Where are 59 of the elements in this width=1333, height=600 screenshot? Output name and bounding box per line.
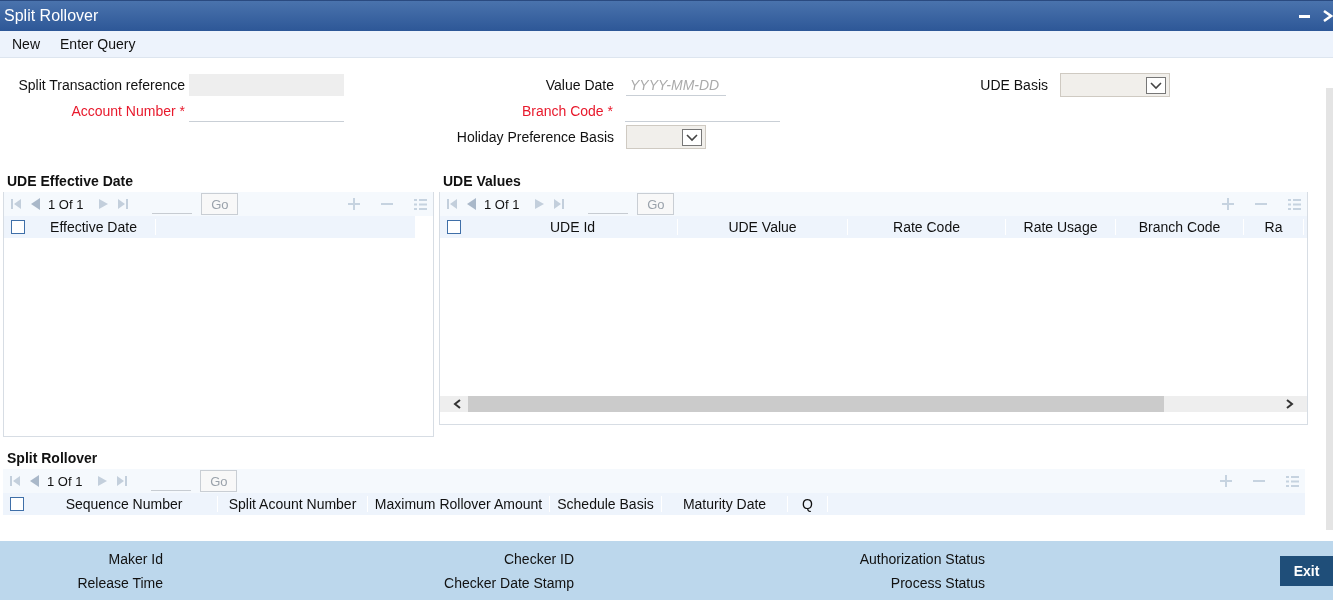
first-page-icon[interactable] (10, 198, 22, 210)
dropdown-field[interactable] (1060, 73, 1170, 97)
menu-item[interactable]: Enter Query (60, 36, 136, 52)
column-header: Split Acount Number (218, 496, 368, 512)
column-header: Schedule Basis (550, 496, 662, 512)
audit-label: Process Status (890, 574, 985, 591)
section-title: UDE Effective Date (6, 172, 135, 191)
column-header: Sequence Number (31, 496, 218, 512)
horizontal-scrollbar[interactable] (440, 396, 1307, 412)
column-header: UDE Value (678, 219, 848, 235)
column-header: Rate Usage (1006, 219, 1116, 235)
window-title: Split Rollover (3, 7, 100, 25)
field-label: Branch Code * (520, 103, 613, 119)
add-icon[interactable] (1222, 198, 1234, 210)
vertical-scrollbar[interactable] (1326, 88, 1333, 530)
page-indicator: 1 Of 1 (47, 473, 83, 489)
column-header: Effective Date (32, 219, 156, 235)
field-label: Holiday Preference Basis (455, 129, 614, 145)
audit-label: Maker Id (108, 550, 163, 567)
chevron-down-icon (682, 128, 702, 146)
column-header: Maximum Rollover Amount (368, 496, 550, 512)
field-label: UDE Basis (979, 77, 1048, 93)
column-header: Rate Code (848, 219, 1006, 235)
last-page-icon[interactable] (116, 475, 129, 487)
last-page-icon[interactable] (117, 198, 130, 210)
page-indicator: 1 Of 1 (48, 196, 84, 212)
section-title: Split Rollover (6, 449, 99, 468)
column-header: Q (788, 496, 828, 512)
previous-page-icon[interactable] (28, 475, 40, 487)
list-icon[interactable] (414, 197, 427, 211)
add-icon[interactable] (348, 198, 360, 210)
checkbox[interactable] (10, 497, 24, 511)
chevron-down-icon (1146, 76, 1166, 94)
audit-label: Checker Date Stamp (444, 574, 574, 591)
menu-item[interactable]: New (12, 36, 40, 52)
dropdown-field[interactable] (626, 125, 706, 149)
column-header: Branch Code (1116, 219, 1244, 235)
audit-label: Checker ID (503, 550, 574, 567)
previous-page-icon[interactable] (29, 198, 41, 210)
column-header: Maturity Date (662, 496, 788, 512)
checkbox[interactable] (11, 220, 25, 234)
checkbox[interactable] (447, 220, 461, 234)
field-label: Value Date (544, 77, 614, 93)
list-icon[interactable] (1288, 197, 1301, 211)
first-page-icon[interactable] (446, 198, 458, 210)
audit-label: Authorization Status (859, 550, 985, 567)
section-title: UDE Values (442, 172, 522, 191)
previous-page-icon[interactable] (465, 198, 477, 210)
list-icon[interactable] (1286, 474, 1299, 488)
field-label: Account Number * (70, 103, 185, 119)
exit-button[interactable]: Exit (1280, 555, 1333, 586)
column-header: Ra (1244, 219, 1304, 235)
audit-label: Release Time (77, 574, 163, 591)
page-indicator: 1 Of 1 (484, 196, 520, 212)
last-page-icon[interactable] (553, 198, 566, 210)
first-page-icon[interactable] (9, 475, 21, 487)
field-label: Split Transaction reference (17, 77, 185, 93)
column-header: UDE Id (468, 219, 678, 235)
add-icon[interactable] (1220, 475, 1232, 487)
